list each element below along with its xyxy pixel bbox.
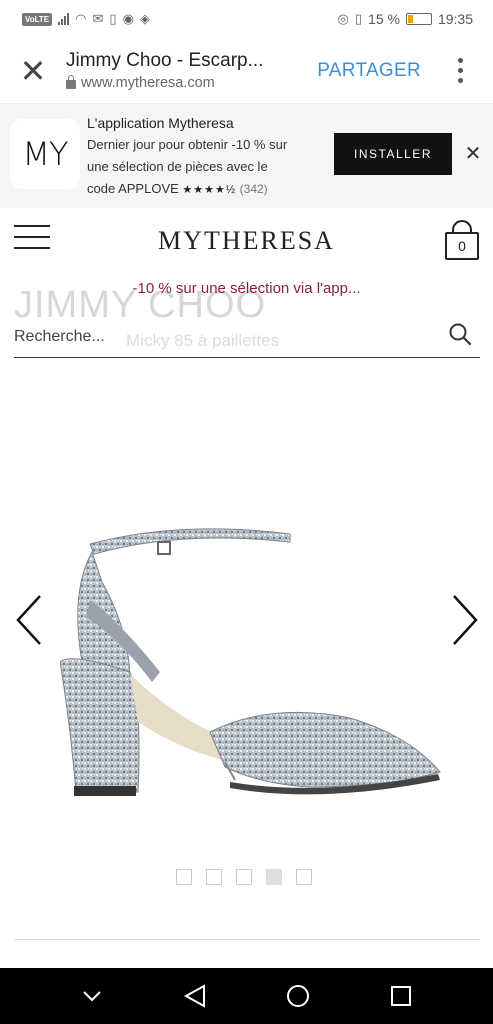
product-image bbox=[60, 528, 441, 796]
recents-icon[interactable] bbox=[381, 976, 421, 1016]
app-banner-text: L'application Mytheresa Dernier jour pou… bbox=[87, 112, 327, 201]
search-field[interactable]: Recherche... bbox=[14, 318, 480, 358]
app-banner-line-1: Dernier jour pour obtenir -10 % sur bbox=[87, 137, 288, 152]
battery-icon bbox=[405, 13, 432, 25]
share-button[interactable]: PARTAGER bbox=[317, 60, 421, 82]
brand-logo[interactable]: MYTHERESA bbox=[0, 226, 493, 256]
star-rating-icon: ★★★★½ bbox=[182, 184, 237, 196]
search-icon[interactable] bbox=[448, 322, 472, 346]
image-dot-3[interactable] bbox=[236, 869, 252, 885]
image-dot-5[interactable] bbox=[296, 869, 312, 885]
rating-count: (342) bbox=[239, 182, 268, 196]
status-right: ◎ ▯ 15 % 19:35 bbox=[338, 11, 473, 27]
bag-count: 0 bbox=[445, 232, 479, 260]
mail-icon: ✉ bbox=[92, 11, 104, 26]
lock-icon bbox=[66, 74, 76, 89]
site-header: MYTHERESA 0 bbox=[0, 208, 493, 274]
next-image-icon[interactable] bbox=[450, 592, 480, 648]
back-icon[interactable] bbox=[175, 976, 215, 1016]
download-icon: ▯ bbox=[109, 11, 117, 26]
app-logo: MY bbox=[10, 119, 80, 189]
image-dot-4[interactable] bbox=[266, 869, 282, 885]
signal-icon bbox=[58, 13, 70, 25]
more-options-icon[interactable] bbox=[445, 58, 475, 83]
previous-image-icon[interactable] bbox=[14, 592, 44, 648]
image-pagination bbox=[176, 869, 312, 885]
vpn-icon: ◈ bbox=[139, 11, 150, 26]
url-text: www.mytheresa.com bbox=[81, 75, 215, 91]
search-input[interactable]: Recherche... bbox=[14, 328, 105, 346]
close-icon[interactable]: ✕ bbox=[0, 38, 66, 104]
app-banner-line-2: une sélection de pièces avec le bbox=[87, 159, 268, 174]
image-dot-1[interactable] bbox=[176, 869, 192, 885]
battery-percent: 15 % bbox=[368, 11, 400, 27]
page-url: www.mytheresa.com bbox=[66, 74, 317, 91]
eye-icon: ◎ bbox=[337, 11, 349, 26]
status-left: VoLTE ◠ ✉ ▯ ◉ ◈ bbox=[22, 11, 150, 27]
system-navigation-bar bbox=[0, 968, 493, 1024]
wifi-icon: ◠ bbox=[75, 11, 87, 26]
page-info: Jimmy Choo - Escarp... www.mytheresa.com bbox=[66, 50, 317, 91]
promo-message[interactable]: -10 % sur une sélection via l'app... bbox=[0, 280, 493, 297]
vibrate-icon: ▯ bbox=[354, 11, 363, 26]
status-bar: VoLTE ◠ ✉ ▯ ◉ ◈ ◎ ▯ 15 % 19:35 bbox=[0, 0, 493, 38]
home-icon[interactable] bbox=[278, 976, 318, 1016]
divider bbox=[14, 939, 480, 940]
close-banner-icon[interactable]: ✕ bbox=[462, 142, 484, 165]
volte-icon: VoLTE bbox=[22, 12, 53, 26]
promo-code-text: code APPLOVE bbox=[87, 181, 179, 196]
app-icon: ◉ bbox=[122, 11, 134, 26]
app-banner-line-3: code APPLOVE ★★★★½ (342) bbox=[87, 178, 327, 201]
custom-tab-toolbar: ✕ Jimmy Choo - Escarp... www.mytheresa.c… bbox=[0, 38, 493, 104]
shopping-bag-icon[interactable]: 0 bbox=[444, 220, 480, 260]
image-dot-2[interactable] bbox=[206, 869, 222, 885]
clock: 19:35 bbox=[437, 11, 473, 27]
hide-keyboard-icon[interactable] bbox=[72, 976, 112, 1016]
install-button[interactable]: INSTALLER bbox=[334, 133, 452, 175]
product-gallery bbox=[0, 362, 493, 932]
app-name: L'application Mytheresa bbox=[87, 115, 234, 131]
page-title: Jimmy Choo - Escarp... bbox=[66, 50, 264, 71]
